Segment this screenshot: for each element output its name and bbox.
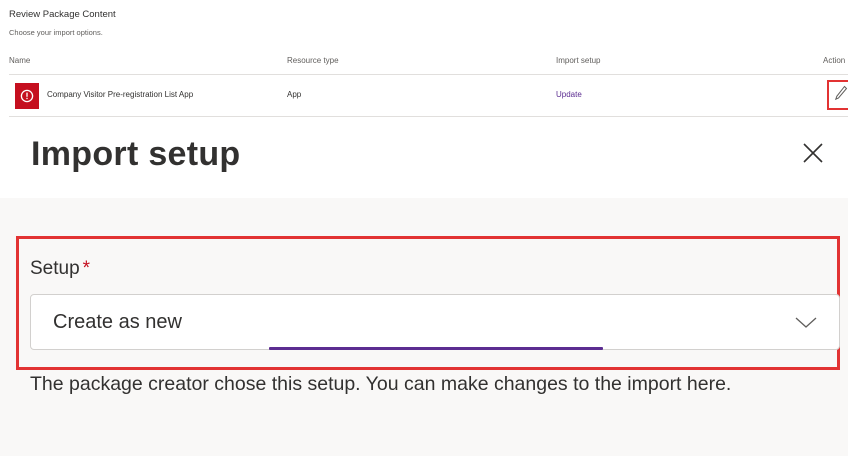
column-header-name[interactable]: Name [9, 56, 30, 65]
error-circle-icon [15, 83, 39, 109]
review-package-content: Review Package Content Choose your impor… [0, 0, 848, 118]
import-setup-panel-header: Import setup [0, 118, 848, 198]
resource-type: App [287, 90, 302, 99]
setup-help-text: The package creator chose this setup. Yo… [30, 373, 732, 395]
edit-action-button[interactable] [827, 80, 848, 110]
import-package-screen: Review Package Content Choose your impor… [0, 0, 848, 456]
row-divider [9, 116, 848, 117]
setup-dropdown-value: Create as new [53, 311, 182, 333]
setup-label-text: Setup [30, 258, 80, 279]
setup-dropdown[interactable]: Create as new [30, 294, 840, 350]
column-header-resource-type[interactable]: Resource type [287, 56, 339, 65]
column-header-actions: Action [823, 56, 846, 65]
required-marker: * [82, 258, 91, 279]
import-setup-panel-body: Setup * Create as new The package creator… [0, 198, 848, 456]
close-icon [802, 142, 824, 169]
resource-name: Company Visitor Pre-registration List Ap… [47, 90, 194, 99]
review-title: Review Package Content [9, 9, 116, 20]
close-button[interactable] [800, 142, 826, 168]
panel-title: Import setup [31, 135, 241, 173]
table-row[interactable]: Company Visitor Pre-registration List Ap… [9, 75, 848, 116]
column-header-import-setup[interactable]: Import setup [556, 56, 600, 65]
dropdown-focus-underline [269, 347, 603, 350]
review-subtitle: Choose your import options. [9, 28, 103, 37]
chevron-down-icon [793, 313, 819, 333]
edit-pencil-icon [834, 85, 848, 106]
import-setup-link[interactable]: Update [556, 90, 582, 99]
setup-label: Setup * [30, 258, 90, 280]
